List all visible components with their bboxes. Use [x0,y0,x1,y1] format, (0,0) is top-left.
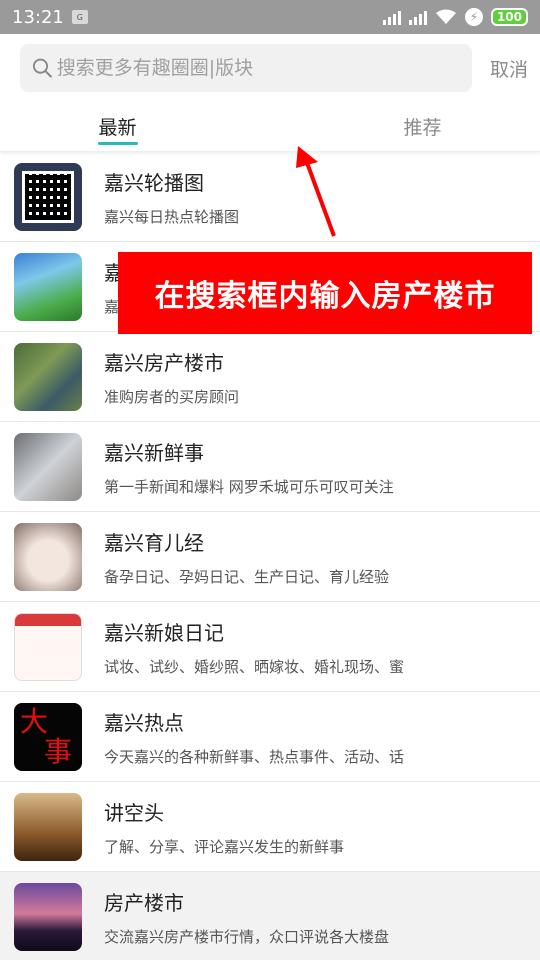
thumb-char: 大 [20,704,49,738]
big-event-thumbnail: 大事 [14,702,82,771]
item-desc: 交流嘉兴房产楼市行情，众口评说各大楼盘 [104,927,390,946]
item-desc: 试妆、试纱、婚纱照、晒嫁妆、婚礼现场、蜜 [104,657,405,676]
list-item[interactable]: 嘉兴育儿经备孕日记、孕妈日记、生产日记、育儿经验 [0,512,540,602]
cancel-button[interactable]: 取消 [490,55,528,82]
pipe-book-thumbnail [14,792,82,861]
list-item[interactable]: 讲空头了解、分享、评论嘉兴发生的新鲜事 [0,782,540,872]
search-bar: 取消 [0,34,540,102]
list-item[interactable]: 嘉兴轮播图嘉兴每日热点轮播图 [0,152,540,242]
battery-icon: 100 [490,8,528,26]
annotation-arrow-icon [296,146,336,237]
building-thumbnail [14,432,82,501]
tab-recommended-label: 推荐 [403,117,442,139]
item-title: 房产楼市 [104,890,184,915]
qr-code-thumbnail [14,162,82,231]
notification-icon: G [71,10,88,24]
item-title: 嘉兴轮播图 [104,170,204,195]
wifi-icon [435,9,456,24]
search-icon [32,58,52,78]
qr-code-icon [22,170,74,223]
status-icons: ⚡ 100 [382,8,528,26]
annotation-banner: 在搜索框内输入房产楼市 [118,252,532,334]
item-desc: 嘉兴每日热点轮播图 [104,207,240,226]
search-box[interactable] [20,44,472,92]
map-thumbnail [14,342,82,411]
item-desc: 备孕日记、孕妈日记、生产日记、育儿经验 [104,567,390,586]
status-bar: 13:21 G ⚡ 100 [0,0,540,34]
item-desc: 今天嘉兴的各种新鲜事、热点事件、活动、话 [104,747,405,766]
tab-bar: 最新 推荐 [0,102,540,152]
list-item[interactable]: 嘉兴新鲜事第一手新闻和爆料 网罗禾城可乐可叹可关注 [0,422,540,512]
card-header [15,613,81,626]
pregnancy-thumbnail [14,522,82,591]
item-desc: 第一手新闻和爆料 网罗禾城可乐可叹可关注 [104,477,394,496]
signal-icon [382,9,401,25]
tab-indicator [97,142,138,145]
list-item[interactable]: 房产楼市交流嘉兴房产楼市行情，众口评说各大楼盘 [0,872,540,960]
tab-latest[interactable]: 最新 [0,102,305,151]
item-title: 嘉兴育儿经 [104,530,204,555]
charging-icon: ⚡ [464,8,483,26]
item-desc: 准购房者的买房顾问 [104,387,240,406]
item-title: 嘉兴新鲜事 [104,440,204,465]
tab-latest-label: 最新 [98,117,137,139]
city-skyline-thumbnail [14,882,82,951]
item-title: 嘉兴新娘日记 [104,620,224,645]
list-item[interactable]: 嘉兴房产楼市准购房者的买房顾问 [0,332,540,422]
item-title: 嘉兴热点 [104,710,184,735]
search-input[interactable] [56,57,460,79]
thumb-char: 事 [44,734,73,768]
item-title: 讲空头 [104,800,164,825]
list-item[interactable]: 嘉兴新娘日记试妆、试纱、婚纱照、晒嫁妆、婚礼现场、蜜 [0,602,540,692]
bride-card-thumbnail [14,612,82,681]
item-title: 嘉兴房产楼市 [104,350,224,375]
signal-icon [408,9,427,25]
item-desc: 了解、分享、评论嘉兴发生的新鲜事 [104,837,345,856]
list-item[interactable]: 大事 嘉兴热点今天嘉兴的各种新鲜事、热点事件、活动、话 [0,692,540,782]
status-time: 13:21 [12,6,64,28]
scenery-thumbnail [14,252,82,321]
